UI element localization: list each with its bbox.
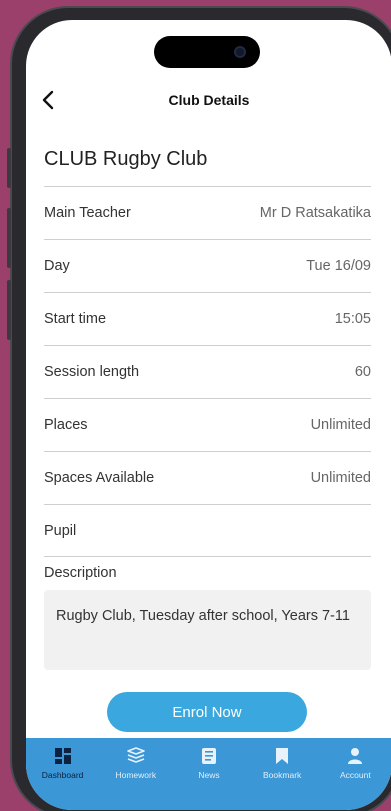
detail-label: Main Teacher xyxy=(44,205,131,221)
detail-row-spaces-available: Spaces Available Unlimited xyxy=(44,451,371,504)
bookmark-icon xyxy=(272,746,292,766)
tab-homework[interactable]: Homework xyxy=(101,746,171,810)
detail-row-session-length: Session length 60 xyxy=(44,345,371,398)
enrol-now-button[interactable]: Enrol Now xyxy=(107,692,307,732)
phone-button xyxy=(7,280,11,340)
tab-label: News xyxy=(198,770,220,780)
page-title: Club Details xyxy=(168,92,250,108)
camera-icon xyxy=(234,46,246,58)
homework-icon xyxy=(126,746,146,766)
details-list: Main Teacher Mr D Ratsakatika Day Tue 16… xyxy=(44,186,371,557)
tab-label: Dashboard xyxy=(41,770,84,780)
pupil-field[interactable]: Pupil xyxy=(44,504,371,557)
dynamic-island xyxy=(154,36,260,68)
detail-value: Unlimited xyxy=(310,417,371,433)
nav-bar: Club Details xyxy=(26,84,391,116)
detail-label: Day xyxy=(44,258,70,274)
tab-bar: Dashboard Homework News Bookmark Account xyxy=(26,738,391,810)
detail-label: Spaces Available xyxy=(44,470,155,486)
detail-value: 15:05 xyxy=(334,311,371,327)
club-title: CLUB Rugby Club xyxy=(44,148,208,170)
app-screen: Club Details CLUB Rugby Club Main Teache… xyxy=(26,20,391,810)
detail-row-places: Places Unlimited xyxy=(44,398,371,451)
detail-value: Unlimited xyxy=(310,470,371,486)
detail-label: Start time xyxy=(44,311,107,327)
phone-button xyxy=(7,148,11,188)
detail-value: 60 xyxy=(354,364,371,380)
detail-row-main-teacher: Main Teacher Mr D Ratsakatika xyxy=(44,186,371,239)
phone-button xyxy=(7,208,11,268)
tab-label: Account xyxy=(339,770,371,780)
tab-news[interactable]: News xyxy=(174,746,244,810)
detail-value: Tue 16/09 xyxy=(306,258,371,274)
description-label: Description xyxy=(44,565,117,581)
tab-label: Bookmark xyxy=(263,770,302,780)
tab-dashboard[interactable]: Dashboard xyxy=(28,746,98,810)
description-box: Rugby Club, Tuesday after school, Years … xyxy=(44,590,371,670)
detail-row-start-time: Start time 15:05 xyxy=(44,292,371,345)
tab-label: Homework xyxy=(115,770,157,780)
dashboard-icon xyxy=(53,746,73,766)
news-icon xyxy=(199,746,219,766)
detail-value: Mr D Ratsakatika xyxy=(259,205,371,221)
account-icon xyxy=(345,746,365,766)
tab-bookmark[interactable]: Bookmark xyxy=(247,746,317,810)
pupil-label: Pupil xyxy=(44,522,77,539)
detail-label: Session length xyxy=(44,364,140,380)
description-text: Rugby Club, Tuesday after school, Years … xyxy=(56,608,350,624)
phone-frame: Club Details CLUB Rugby Club Main Teache… xyxy=(7,6,391,811)
detail-row-day: Day Tue 16/09 xyxy=(44,239,371,292)
detail-label: Places xyxy=(44,417,88,433)
tab-account[interactable]: Account xyxy=(320,746,390,810)
